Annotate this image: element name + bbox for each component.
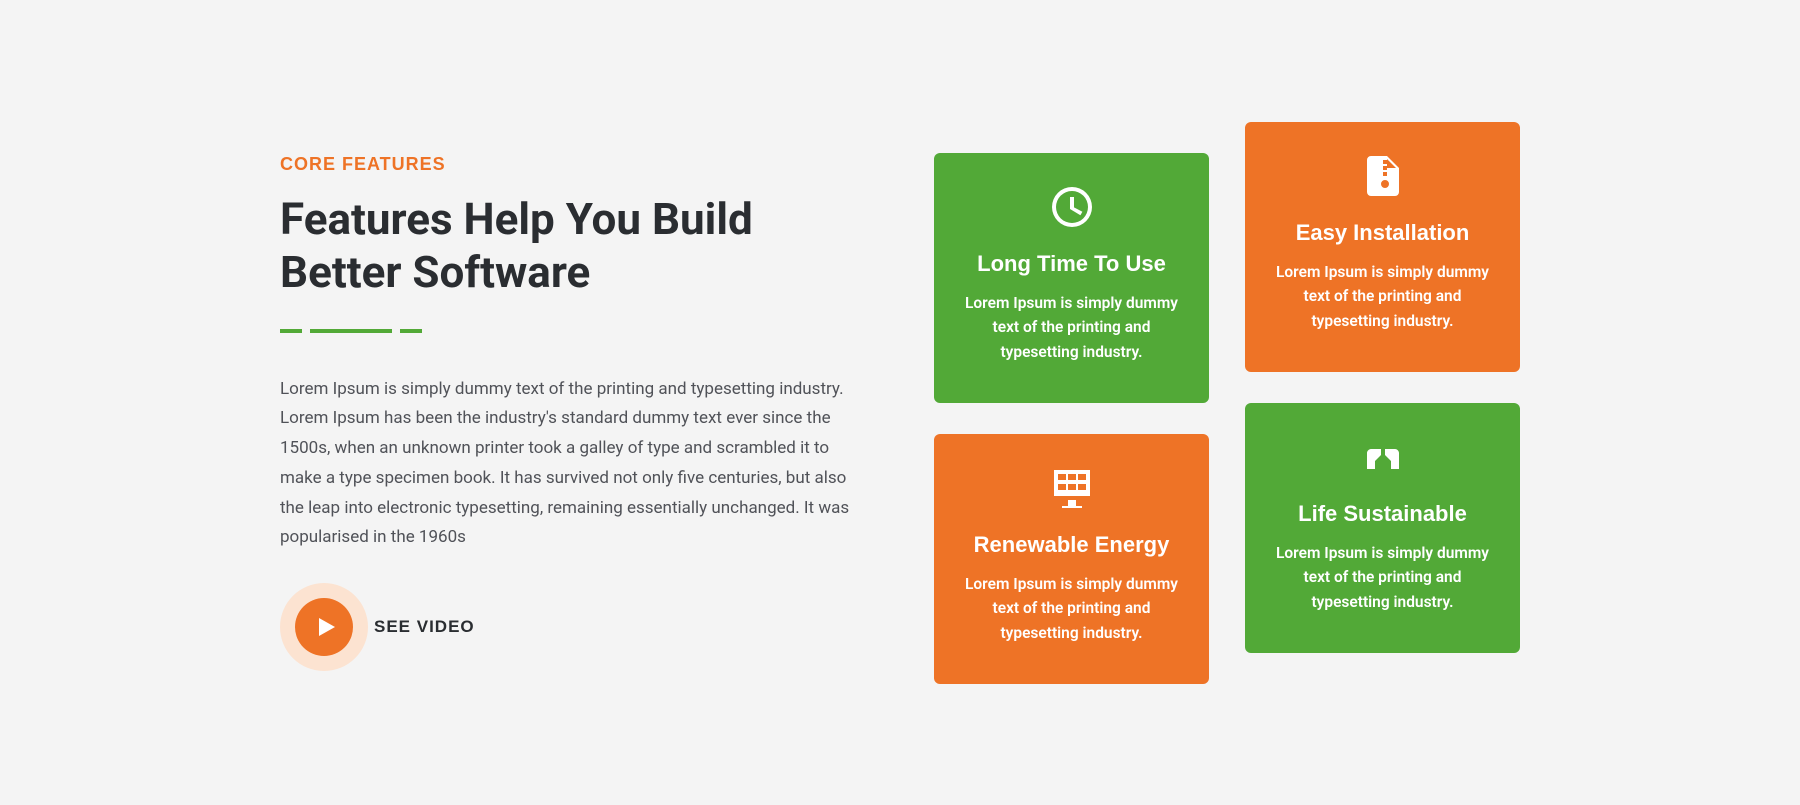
feature-card-installation: Easy Installation Lorem Ipsum is simply … <box>1245 122 1520 372</box>
feature-card-renewable: Renewable Energy Lorem Ipsum is simply d… <box>934 434 1209 684</box>
file-zip-icon <box>1359 152 1407 200</box>
card-title: Easy Installation <box>1296 220 1470 246</box>
section-body: Lorem Ipsum is simply dummy text of the … <box>280 375 874 554</box>
play-halo <box>280 583 368 671</box>
card-title: Long Time To Use <box>977 251 1166 277</box>
see-video-label: SEE VIDEO <box>374 617 475 637</box>
section-heading: Features Help You Build Better Software <box>280 193 874 299</box>
divider <box>280 329 874 333</box>
feature-card-sustainable: Life Sustainable Lorem Ipsum is simply d… <box>1245 403 1520 653</box>
feature-card-long-time: Long Time To Use Lorem Ipsum is simply d… <box>934 153 1209 403</box>
card-desc: Lorem Ipsum is simply dummy text of the … <box>1270 541 1495 615</box>
play-icon <box>295 598 353 656</box>
hands-holding-icon <box>1359 433 1407 481</box>
card-desc: Lorem Ipsum is simply dummy text of the … <box>1270 260 1495 334</box>
section-eyebrow: CORE FEATURES <box>280 154 874 175</box>
see-video-button[interactable]: SEE VIDEO <box>280 583 475 671</box>
card-desc: Lorem Ipsum is simply dummy text of the … <box>959 572 1184 646</box>
clock-icon <box>1048 183 1096 231</box>
solar-panel-icon <box>1048 464 1096 512</box>
card-desc: Lorem Ipsum is simply dummy text of the … <box>959 291 1184 365</box>
card-title: Renewable Energy <box>974 532 1170 558</box>
card-title: Life Sustainable <box>1298 501 1467 527</box>
